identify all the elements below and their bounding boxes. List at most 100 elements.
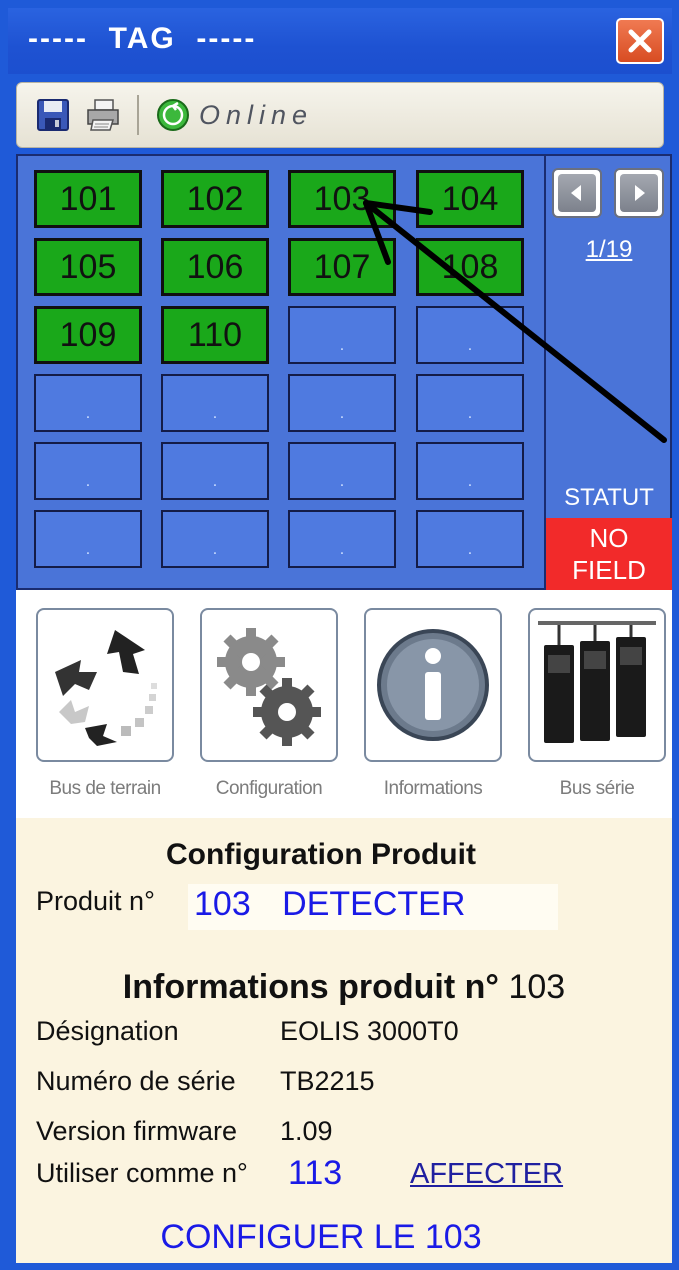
product-slot[interactable]: 107 xyxy=(288,238,396,296)
gears-icon xyxy=(217,628,321,746)
slot-label: 109 xyxy=(59,315,117,354)
empty-slot[interactable]: . xyxy=(34,510,142,568)
slot-label: 102 xyxy=(186,179,244,218)
serial-number-value: TB2215 xyxy=(280,1066,375,1096)
product-slot[interactable]: 106 xyxy=(161,238,269,296)
serial-bus-label: Bus série xyxy=(559,778,635,799)
toolbar-separator xyxy=(137,95,139,135)
slot-label: 101 xyxy=(59,179,117,218)
toolbar: Online xyxy=(16,82,664,148)
use-as-label: Utiliser comme n° xyxy=(36,1158,248,1188)
slot-label: . xyxy=(85,405,91,422)
product-slot[interactable]: 105 xyxy=(34,238,142,296)
title-bar: ----- TAG ----- xyxy=(8,8,672,74)
empty-slot[interactable]: . xyxy=(288,306,396,364)
chevron-left-icon xyxy=(571,185,581,201)
affecter-link[interactable]: AFFECTER xyxy=(410,1158,563,1191)
info-title-number: 103 xyxy=(508,968,566,1006)
product-info-panel: Configuration Produit Produit n° 103 DET… xyxy=(16,818,672,1263)
serial-number-label: Numéro de série xyxy=(36,1066,236,1096)
empty-slot[interactable]: . xyxy=(416,442,524,500)
empty-slot[interactable]: . xyxy=(34,374,142,432)
fieldbus-button[interactable] xyxy=(36,608,174,762)
close-button[interactable] xyxy=(616,18,664,64)
empty-slot[interactable]: . xyxy=(416,374,524,432)
slot-label: . xyxy=(212,405,218,422)
page-indicator[interactable]: 1/19 xyxy=(546,236,672,264)
status-label: STATUT xyxy=(564,484,654,511)
info-title: Informations produit n° 103 xyxy=(16,968,672,1007)
slot-label: . xyxy=(85,473,91,490)
firmware-value: 1.09 xyxy=(280,1116,333,1146)
online-icon[interactable] xyxy=(155,97,191,133)
slot-label: . xyxy=(339,405,345,422)
firmware-label: Version firmware xyxy=(36,1116,238,1146)
slot-label: . xyxy=(339,337,345,354)
informations-button[interactable] xyxy=(364,608,502,762)
config-title: Configuration Produit xyxy=(166,838,476,871)
designation-value: EOLIS 3000T0 xyxy=(280,1016,459,1046)
slot-label: . xyxy=(212,473,218,490)
empty-slot[interactable]: . xyxy=(161,442,269,500)
product-grid: 101 102 103 104 105 106 107 108 109 110..........… xyxy=(16,154,546,590)
product-slot[interactable]: 104 xyxy=(416,170,524,228)
print-icon[interactable] xyxy=(85,97,121,133)
save-icon[interactable] xyxy=(35,97,71,133)
configure-product-link[interactable]: CONFIGUER LE 103 xyxy=(16,1218,626,1257)
status-line-2: FIELD xyxy=(572,555,646,585)
product-slot[interactable]: 109 xyxy=(34,306,142,364)
configuration-button[interactable] xyxy=(200,608,338,762)
window-title: ----- TAG ----- xyxy=(28,22,257,55)
fieldbus-icon xyxy=(55,630,157,746)
empty-slot[interactable]: . xyxy=(161,374,269,432)
product-number-label: Produit n° xyxy=(36,886,155,916)
empty-slot[interactable]: . xyxy=(288,374,396,432)
info-title-prefix: Informations produit n° xyxy=(122,968,500,1006)
empty-slot[interactable]: . xyxy=(416,510,524,568)
slot-label: 103 xyxy=(313,179,371,218)
empty-slot[interactable]: . xyxy=(416,306,524,364)
slot-label: . xyxy=(467,473,473,490)
designation-label: Désignation xyxy=(36,1016,179,1046)
slot-label: 105 xyxy=(59,247,117,286)
empty-slot[interactable]: . xyxy=(288,442,396,500)
configuration-label: Configuration xyxy=(215,778,323,799)
status-line-1: NO xyxy=(589,523,629,553)
product-slot[interactable]: 103 xyxy=(288,170,396,228)
chevron-right-icon xyxy=(635,185,645,201)
slot-label: . xyxy=(212,541,218,558)
empty-slot[interactable]: . xyxy=(288,510,396,568)
slot-label: 108 xyxy=(441,247,499,286)
next-page-button[interactable] xyxy=(614,168,664,218)
side-panel: 1/19 STATUT NO FIELD xyxy=(546,154,672,590)
slot-label: . xyxy=(467,541,473,558)
product-slot[interactable]: 108 xyxy=(416,238,524,296)
slot-label: . xyxy=(339,473,345,490)
slot-label: 110 xyxy=(187,315,243,354)
product-slot[interactable]: 110 xyxy=(161,306,269,364)
product-number-field[interactable]: 103 DETECTER xyxy=(188,884,558,930)
slot-label: . xyxy=(339,541,345,558)
online-status-label: Online xyxy=(199,99,314,130)
empty-slot[interactable]: . xyxy=(34,442,142,500)
close-icon xyxy=(628,29,652,53)
info-icon xyxy=(377,629,489,741)
status-badge: NO FIELD xyxy=(546,518,672,590)
informations-label: Informations xyxy=(383,778,483,799)
slot-label: 104 xyxy=(441,179,499,218)
use-as-number-input[interactable]: 113 xyxy=(288,1154,342,1193)
slot-label: 107 xyxy=(313,247,371,286)
product-slot[interactable]: 101 xyxy=(34,170,142,228)
empty-slot[interactable]: . xyxy=(161,510,269,568)
serial-bus-button[interactable] xyxy=(528,608,666,762)
slot-label: . xyxy=(85,541,91,558)
slot-label: . xyxy=(467,405,473,422)
slot-label: . xyxy=(467,337,473,354)
fieldbus-label: Bus de terrain xyxy=(49,778,161,799)
app-window: ----- TAG ----- Online 101 102 103 104 1… xyxy=(0,0,679,1270)
slot-label: 106 xyxy=(186,247,244,286)
product-slot[interactable]: 102 xyxy=(161,170,269,228)
function-buttons: Bus de terrain Configuration Information… xyxy=(16,590,672,818)
prev-page-button[interactable] xyxy=(552,168,602,218)
serial-bus-icon xyxy=(538,621,656,743)
